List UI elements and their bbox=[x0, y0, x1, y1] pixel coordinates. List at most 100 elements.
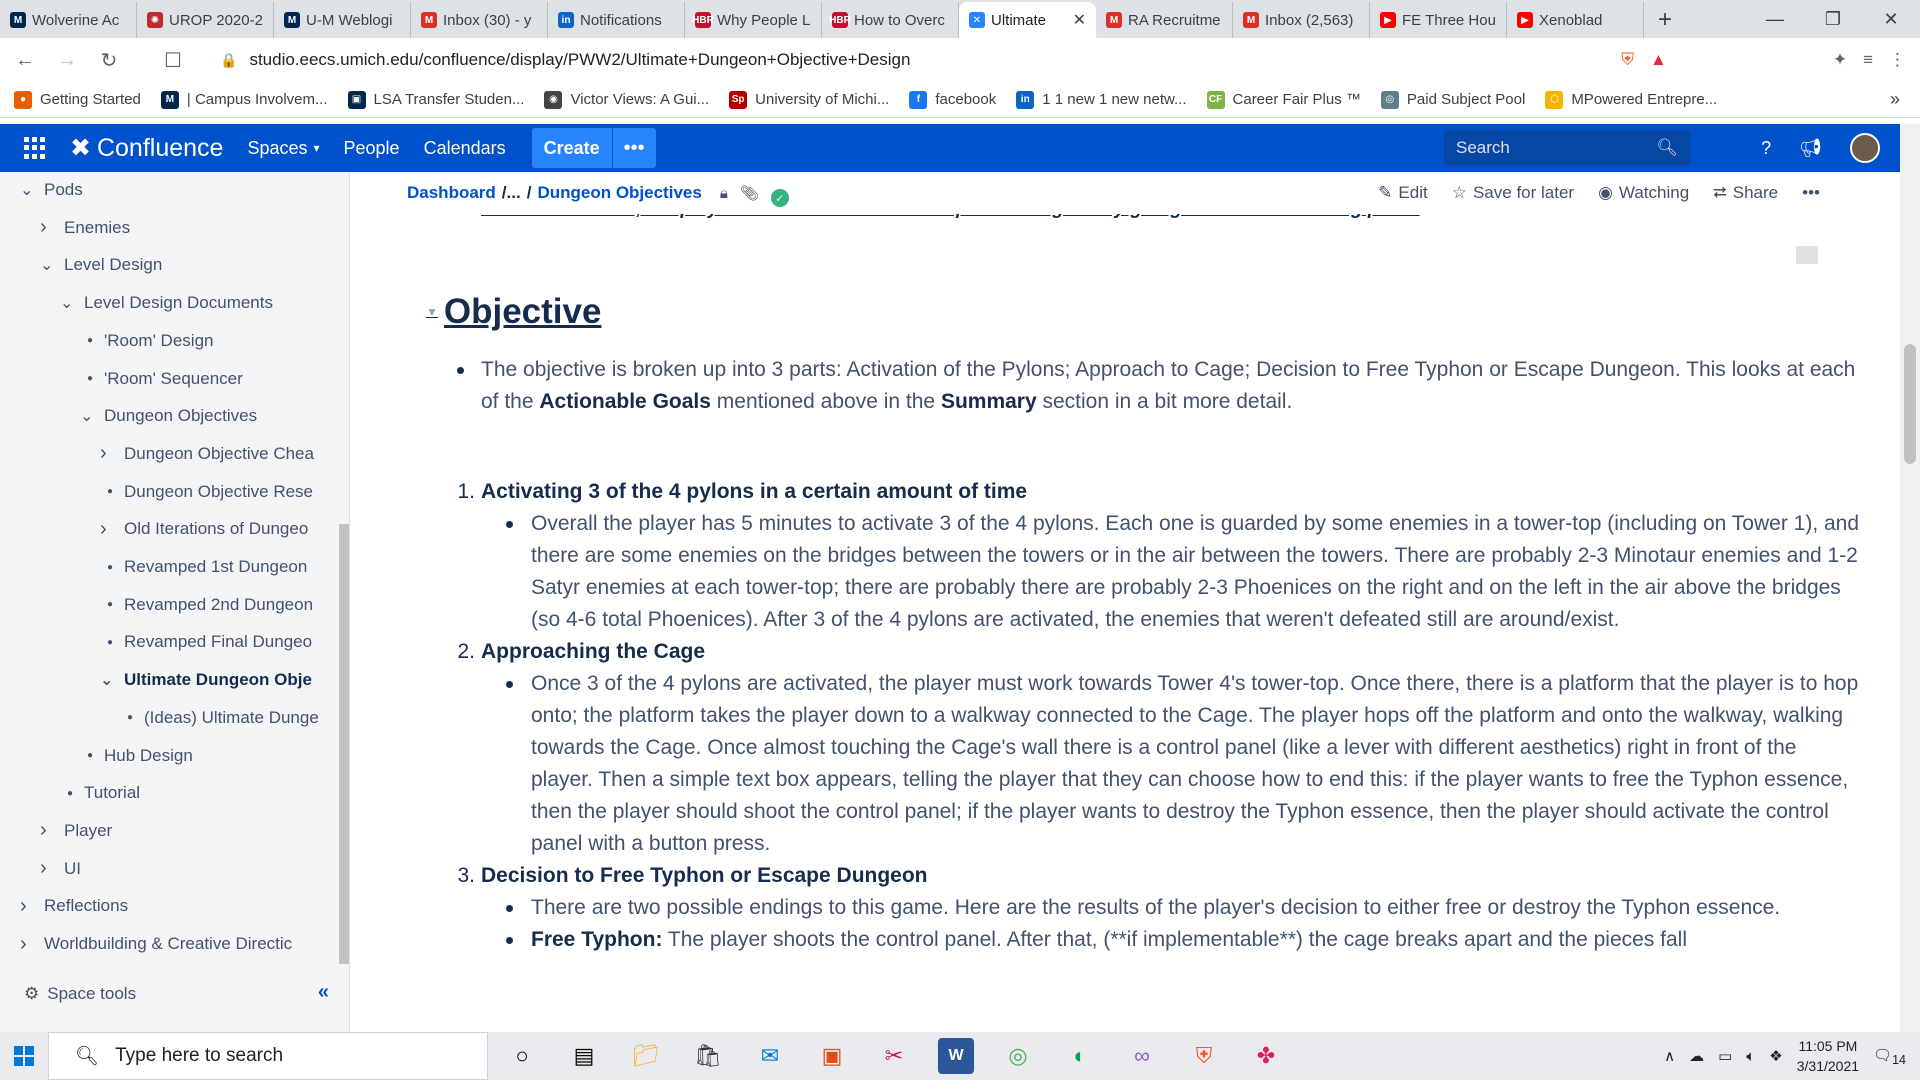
word-icon[interactable]: W bbox=[938, 1038, 974, 1074]
chrome-icon[interactable]: ◎ bbox=[1000, 1038, 1036, 1074]
notifications-icon[interactable]: 📢︎ bbox=[1799, 138, 1822, 159]
sidebar-tree-item[interactable]: ● Hub Design bbox=[80, 738, 193, 774]
bookmark-icon[interactable]: ☐ bbox=[156, 48, 190, 73]
browser-tab[interactable]: ▶ Xenoblad bbox=[1507, 2, 1644, 38]
extensions-icon[interactable]: ✦ bbox=[1833, 50, 1847, 70]
taskbar-search-input[interactable]: 🔍︎ Type here to search bbox=[48, 1032, 488, 1080]
sidebar-tree-item[interactable]: › Player bbox=[40, 813, 112, 849]
app-switcher-icon[interactable] bbox=[24, 137, 46, 159]
sidebar-tree-item[interactable]: ⌄ Ultimate Dungeon Obje bbox=[100, 662, 312, 698]
bookmark-item[interactable]: in 1 1 new 1 new netw... bbox=[1016, 90, 1187, 109]
browser-tab[interactable]: HBR Why People L bbox=[685, 2, 822, 38]
volume-icon[interactable]: 🔈︎ bbox=[1746, 1048, 1755, 1065]
browser-tab[interactable]: ▶ FE Three Hou bbox=[1370, 2, 1507, 38]
new-tab-icon[interactable]: + bbox=[1644, 6, 1686, 38]
sidebar-tree-item[interactable]: ● Revamped Final Dungeo bbox=[100, 624, 312, 660]
mail-icon[interactable]: ✉ bbox=[752, 1038, 788, 1074]
more-bookmarks-icon[interactable]: » bbox=[1890, 89, 1900, 110]
sidebar-tree-item[interactable]: ⌄ Level Design Documents bbox=[60, 285, 273, 321]
create-button[interactable]: Create bbox=[531, 128, 612, 168]
sidebar-scroll-thumb[interactable] bbox=[339, 524, 349, 964]
chevron-right-icon[interactable]: › bbox=[40, 216, 60, 239]
breadcrumb-current[interactable]: Dungeon Objectives bbox=[537, 183, 701, 203]
browser-tab[interactable]: M Inbox (30) - y bbox=[411, 2, 548, 38]
edit-button[interactable]: ✎ Edit bbox=[1378, 183, 1428, 203]
dropbox-icon[interactable]: ❖ bbox=[1769, 1047, 1782, 1065]
nav-spaces[interactable]: Spaces ▾ bbox=[247, 138, 319, 159]
visual-studio-icon[interactable]: ∞ bbox=[1124, 1038, 1160, 1074]
sidebar-tree-item[interactable]: ● Tutorial bbox=[60, 775, 140, 811]
sidebar-tree-item[interactable]: › Worldbuilding & Creative Directic bbox=[20, 926, 292, 962]
sidebar-tree-item[interactable]: ● (Ideas) Ultimate Dunge bbox=[120, 700, 319, 736]
chevron-right-icon[interactable]: › bbox=[40, 857, 60, 880]
more-actions-icon[interactable]: ••• bbox=[1802, 183, 1820, 203]
brave-icon[interactable]: ⛨ bbox=[1186, 1038, 1222, 1074]
browser-tab[interactable]: M Inbox (2,563) bbox=[1233, 2, 1370, 38]
bookmark-item[interactable]: CF Career Fair Plus ™ bbox=[1206, 90, 1361, 109]
media-icon[interactable]: ≡ bbox=[1863, 50, 1873, 70]
sidebar-tree-item[interactable]: ● Dungeon Objective Rese bbox=[100, 474, 313, 510]
breadcrumb-ellipsis[interactable]: /... bbox=[502, 183, 521, 203]
collapse-heading-icon[interactable]: ▼ bbox=[426, 305, 438, 319]
chevron-right-icon[interactable]: › bbox=[20, 933, 40, 956]
bookmark-item[interactable]: ● Getting Started bbox=[14, 90, 141, 109]
watching-button[interactable]: ◉ Watching bbox=[1598, 183, 1689, 203]
reload-icon[interactable]: ↻ bbox=[92, 48, 126, 73]
sidebar-tree-item[interactable]: › UI bbox=[40, 851, 81, 887]
chevron-down-icon[interactable]: ⌄ bbox=[100, 670, 120, 690]
close-tab-icon[interactable]: ✕ bbox=[1073, 10, 1086, 30]
chevron-right-icon[interactable]: › bbox=[20, 895, 40, 918]
attachment-icon[interactable]: 📎︎ bbox=[740, 184, 759, 202]
space-tools-button[interactable]: ⚙ Space tools bbox=[24, 984, 136, 1004]
chevron-down-icon[interactable]: ⌄ bbox=[40, 255, 60, 275]
browser-tab[interactable]: M U-M Weblogi bbox=[274, 2, 411, 38]
more-create-icon[interactable]: ••• bbox=[611, 128, 656, 168]
chevron-down-icon[interactable]: ⌄ bbox=[20, 180, 40, 200]
notification-center-icon[interactable]: 🗨︎14 bbox=[1873, 1046, 1906, 1067]
sidebar-tree-item[interactable]: ● Revamped 1st Dungeon bbox=[100, 549, 307, 585]
url-field[interactable]: 🔒 studio.eecs.umich.edu/confluence/displ… bbox=[220, 44, 1460, 76]
bookmark-item[interactable]: ◉ Victor Views: A Gui... bbox=[544, 90, 709, 109]
help-icon[interactable]: ? bbox=[1761, 138, 1771, 159]
page-scroll-thumb[interactable] bbox=[1904, 344, 1916, 464]
task-view-icon[interactable]: ▤ bbox=[566, 1038, 602, 1074]
store-icon[interactable]: 🛍︎ bbox=[690, 1038, 726, 1074]
avatar[interactable] bbox=[1850, 133, 1880, 163]
edge-icon[interactable]: ◐ bbox=[1062, 1038, 1098, 1074]
chevron-right-icon[interactable]: › bbox=[100, 518, 120, 541]
bookmark-item[interactable]: Sp University of Michi... bbox=[729, 90, 889, 109]
sidebar-tree-item[interactable]: ● 'Room' Design bbox=[80, 323, 214, 359]
bookmark-item[interactable]: ▣ LSA Transfer Studen... bbox=[347, 90, 524, 109]
close-window-icon[interactable]: ✕ bbox=[1862, 0, 1920, 38]
snip-icon[interactable]: ✂ bbox=[876, 1038, 912, 1074]
sidebar-tree-item[interactable]: › Old Iterations of Dungeo bbox=[100, 511, 308, 547]
bookmark-item[interactable]: ◎ Paid Subject Pool bbox=[1380, 90, 1525, 109]
office-icon[interactable]: ▣ bbox=[814, 1038, 850, 1074]
collapse-sidebar-icon[interactable]: « bbox=[318, 981, 329, 1004]
nav-calendars[interactable]: Calendars bbox=[424, 138, 506, 159]
brave-shield-icon[interactable]: ⛨ bbox=[1621, 50, 1634, 70]
chevron-down-icon[interactable]: ⌄ bbox=[80, 406, 100, 426]
forward-icon[interactable]: → bbox=[50, 49, 84, 72]
sidebar-tree-item[interactable]: ⌄ Level Design bbox=[40, 247, 162, 283]
nav-people[interactable]: People bbox=[344, 138, 400, 159]
cortana-icon[interactable]: ○ bbox=[504, 1038, 540, 1074]
browser-tab[interactable]: ✺ UROP 2020-2 bbox=[137, 2, 274, 38]
table-of-contents-icon[interactable] bbox=[1796, 246, 1818, 264]
bookmark-item[interactable]: M | Campus Involvem... bbox=[160, 90, 328, 109]
bookmark-item[interactable]: f facebook bbox=[909, 90, 996, 109]
sidebar-tree-item[interactable]: ● Revamped 2nd Dungeon bbox=[100, 587, 313, 623]
chevron-right-icon[interactable]: › bbox=[100, 442, 120, 465]
windows-start-icon[interactable] bbox=[0, 1046, 48, 1066]
sidebar-tree-item[interactable]: › Enemies bbox=[40, 210, 130, 246]
brave-rewards-icon[interactable]: ▲ bbox=[1650, 50, 1667, 70]
onedrive-icon[interactable]: ☁ bbox=[1689, 1047, 1704, 1065]
browser-tab[interactable]: HBR How to Overc bbox=[822, 2, 959, 38]
chevron-down-icon[interactable]: ⌄ bbox=[60, 293, 80, 313]
breadcrumb-dashboard[interactable]: Dashboard bbox=[407, 183, 496, 203]
restrictions-icon[interactable]: 🔒︎ bbox=[720, 185, 728, 202]
page-scrollbar[interactable] bbox=[1900, 124, 1920, 1032]
restore-icon[interactable]: ❐ bbox=[1804, 0, 1862, 38]
slack-icon[interactable]: ✤ bbox=[1248, 1038, 1284, 1074]
browser-tab[interactable]: M RA Recruitme bbox=[1096, 2, 1233, 38]
